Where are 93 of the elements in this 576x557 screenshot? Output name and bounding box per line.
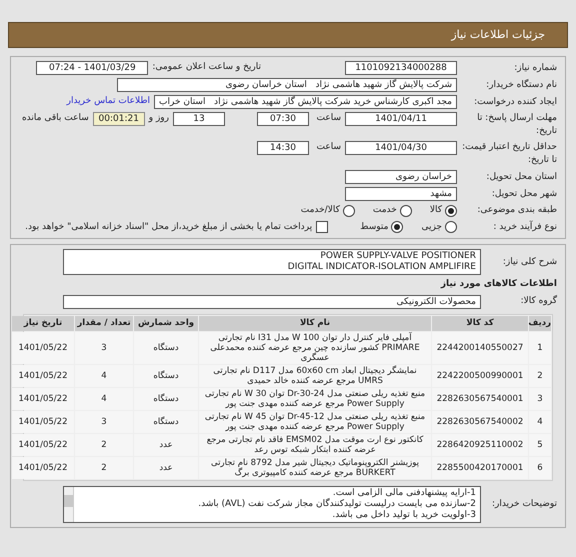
buyer-field[interactable]: شرکت پالایش گاز شهید هاشمی نژاد استان خراسان رضوی bbox=[117, 78, 457, 92]
table-cell: عدد bbox=[134, 434, 198, 456]
table-cell: 1401/05/22 bbox=[12, 434, 74, 456]
column-header: واحد شمارش bbox=[134, 316, 198, 330]
table-cell: عدد bbox=[134, 456, 198, 478]
field-label: روز و bbox=[148, 112, 169, 125]
field-label: مهلت ارسال پاسخ: تا تاریخ: bbox=[476, 112, 557, 138]
table-cell: 2286420925110002 bbox=[432, 434, 528, 456]
days-field[interactable]: 13 bbox=[173, 112, 225, 126]
note-line: 2-سازنده می بایست درلیست تولیدکنندگان مجاز شرکت نفت (AVL) باشد. bbox=[197, 498, 476, 510]
radio-button[interactable] bbox=[391, 221, 404, 234]
table-cell: 2285500420170001 bbox=[432, 456, 528, 478]
deadline-date-field[interactable]: 1401/04/11 bbox=[345, 112, 457, 126]
radio-label: کالا/خدمت bbox=[300, 204, 340, 217]
radio-label: خدمت bbox=[372, 204, 397, 217]
table-cell: پوزیشنر الکتروپنوماتیک دیجیتال شیر مدل 8792 نام تجارتی BURKERT مرجع عرضه کننده کامپیوتری برگ bbox=[199, 456, 431, 478]
need-number-field[interactable]: 1101092134000288 bbox=[345, 61, 457, 75]
field-label: ساعت باقی مانده bbox=[22, 112, 89, 125]
table-cell: 4 bbox=[75, 364, 133, 386]
table-cell: 1 bbox=[529, 332, 551, 364]
contact-link[interactable]: اطلاعات تماس خریدار bbox=[66, 95, 150, 109]
validity-time-field[interactable]: 14:30 bbox=[257, 141, 309, 155]
radio-label: کالا bbox=[430, 204, 442, 217]
summary-box[interactable]: POWER SUPPLY-VALVE POSITIONER DIGITAL INDICATOR-ISOLATION AMPLIFIRE bbox=[63, 249, 481, 275]
field-label: استان محل تحویل: bbox=[485, 170, 557, 184]
radio-label: متوسط bbox=[360, 220, 388, 234]
field-label: نوع فرآیند خرید : bbox=[492, 220, 557, 234]
table-cell: 3 bbox=[75, 410, 133, 432]
table-cell: 2282630567540001 bbox=[432, 388, 528, 410]
checkbox-label: پرداخت تمام یا بخشی از مبلغ خرید،از محل "اسناد خزانه اسلامی" خواهد بود. bbox=[25, 220, 312, 234]
table-cell: 2 bbox=[75, 456, 133, 478]
table-cell: آمپلی فایر کنترل دار توان W 100 مدل I31 نام تجارتی PRIMARE کشور سازنده چین مرجع عرضه کننده محمدعلی عسگری bbox=[199, 332, 431, 364]
field-label: نام دستگاه خریدار: bbox=[485, 78, 557, 92]
table-cell: دستگاه bbox=[134, 364, 198, 386]
section-title: اطلاعات کالاهای مورد نیاز bbox=[440, 278, 557, 291]
table-cell: 3 bbox=[75, 332, 133, 364]
notes-box[interactable]: 1-ارایه پیشنهادفنی مالی الزامی است. 2-سازنده می بایست درلیست تولیدکنندگان مجاز شرکت نفت (AVL) باشد. 3-اولویت خرید با تولید داخل می باشد. bbox=[63, 486, 481, 522]
column-header: تعداد / مقدار bbox=[75, 316, 133, 330]
table-cell: کانکتور نوع ارت موقت مدل EMSM02 فاقد نام تجارتی مرجع عرضه کننده ابتکار شبکه توس رعد bbox=[199, 434, 431, 456]
table-cell: 2244200140550027 bbox=[432, 332, 528, 364]
field-label: توضیحات خریدار: bbox=[490, 498, 557, 510]
table-cell: 1401/05/22 bbox=[12, 332, 74, 364]
field-label: تاریخ و ساعت اعلان عمومی: bbox=[152, 61, 261, 74]
deadline-time-field[interactable]: 07:30 bbox=[257, 112, 309, 126]
field-label: شرح کلی نیاز: bbox=[502, 256, 557, 268]
field-label: شماره نیاز: bbox=[513, 62, 557, 74]
table-cell: 4 bbox=[529, 410, 551, 432]
radio-label: جزیی bbox=[421, 220, 442, 234]
table-cell: 1401/05/22 bbox=[12, 364, 74, 386]
validity-date-field[interactable]: 1401/04/30 bbox=[345, 141, 457, 155]
table-cell: منبع تغذیه ریلی صنعتی مدل Dr-30-24 توان W 30 نام تجارتی Power Supply مرجع عرضه کننده مهدی جنت پور bbox=[199, 388, 431, 410]
province-field[interactable]: خراسان رضوی bbox=[345, 170, 457, 184]
note-line: 3-اولویت خرید با تولید داخل می باشد. bbox=[331, 510, 476, 520]
table-cell: نمایشگر دیجیتال ابعاد 60x60 cm مدل D117 نام تجارتی UMRS مرجع عرضه کننده خالد حمیدی bbox=[199, 364, 431, 386]
table-cell: 2 bbox=[75, 434, 133, 456]
group-field[interactable]: محصولات الکترونیکی bbox=[63, 294, 481, 308]
table-cell: 2 bbox=[529, 364, 551, 386]
table-cell: 2282630567540002 bbox=[432, 410, 528, 432]
scrollbar[interactable] bbox=[64, 486, 74, 522]
table-cell: منبع تغذیه ریلی صنعتی مدل Dr-45-12 توان W 45 نام تجارتی Power Supply مرجع عرضه کننده مهدی جنت پور bbox=[199, 410, 431, 432]
table-cell: دستگاه bbox=[134, 410, 198, 432]
table-cell: 1401/05/22 bbox=[12, 456, 74, 478]
radio-button[interactable] bbox=[445, 221, 457, 234]
table-cell: دستگاه bbox=[134, 388, 198, 410]
column-header: کد کالا bbox=[432, 316, 528, 330]
table-cell: 2242200500990001 bbox=[432, 364, 528, 386]
remaining-time-field: 00:01:21 bbox=[92, 112, 145, 126]
field-label: حداقل تاریخ اعتبار قیمت: تا تاریخ: bbox=[461, 141, 557, 167]
city-field[interactable]: مشهد bbox=[345, 187, 457, 201]
announce-date-field[interactable]: 1401/03/29 - 07:24 bbox=[36, 61, 148, 75]
radio-button[interactable] bbox=[400, 204, 412, 217]
field-label: گروه کالا: bbox=[520, 295, 557, 308]
table-cell: 3 bbox=[529, 388, 551, 410]
field-label: ساعت bbox=[316, 112, 341, 125]
creator-field[interactable]: مجد اکبری کارشناس خرید شرکت پالایش گاز شهید هاشمی نژاد استان خراب bbox=[154, 95, 457, 109]
field-label: ساعت bbox=[316, 141, 341, 154]
page-title: جزئیات اطلاعات نیاز bbox=[451, 26, 545, 43]
table-cell: دستگاه bbox=[134, 332, 198, 364]
field-label: شهر محل تحویل: bbox=[490, 188, 557, 200]
field-label: ایجاد کننده درخواست: bbox=[473, 96, 557, 108]
table-cell: 1401/05/22 bbox=[12, 410, 74, 432]
column-header: تاریخ نیاز bbox=[12, 316, 74, 330]
table-cell: 1401/05/22 bbox=[12, 388, 74, 410]
checkbox[interactable] bbox=[316, 221, 328, 234]
radio-button[interactable] bbox=[342, 204, 355, 217]
table-cell: 4 bbox=[75, 388, 133, 410]
column-header: ردیف bbox=[529, 316, 551, 330]
radio-button[interactable] bbox=[445, 204, 457, 217]
note-line: 1-ارایه پیشنهادفنی مالی الزامی است. bbox=[332, 488, 476, 498]
table-cell: 6 bbox=[529, 456, 551, 478]
column-header: نام کالا bbox=[199, 316, 431, 330]
field-label: طبقه بندی موضوعی: bbox=[476, 204, 557, 218]
table-cell: 5 bbox=[529, 434, 551, 456]
